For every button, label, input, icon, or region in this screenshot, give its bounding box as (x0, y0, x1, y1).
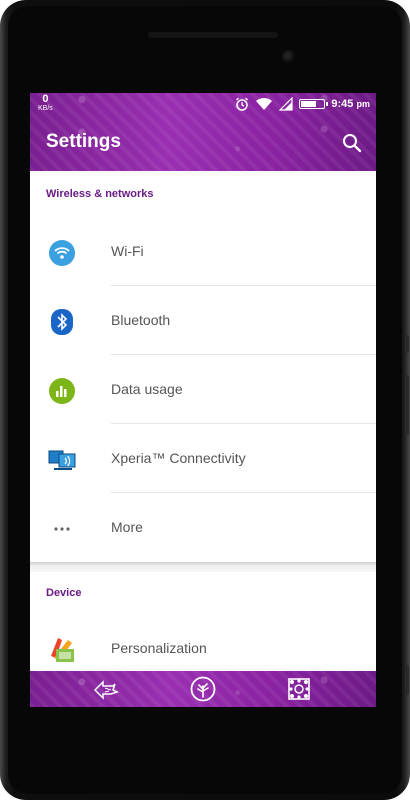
clock: 9:45 pm (331, 98, 370, 110)
page-title: Settings (46, 131, 121, 152)
battery-level (301, 101, 317, 107)
screen: 0 KB/s 9:45 pm Settings Wireless & netwo… (30, 93, 376, 707)
settings-item-label: Xperia™ Connectivity (111, 450, 246, 466)
camera-button (405, 665, 409, 695)
settings-item-wifi[interactable]: Wi-Fi (30, 217, 376, 286)
app-bar: Settings (30, 115, 376, 171)
personalization-icon (51, 638, 74, 662)
alarm-icon (236, 97, 249, 111)
volume-button (405, 375, 409, 435)
section-header-wireless: Wireless & networks (46, 188, 154, 200)
settings-item-xperia-connectivity[interactable]: Xperia™ Connectivity (30, 424, 376, 493)
more-dots-icon (54, 527, 70, 531)
data-usage-icon (49, 378, 75, 404)
clock-time: 9:45 (331, 98, 354, 110)
section-divider (30, 562, 376, 572)
clock-suffix: pm (356, 99, 371, 109)
home-tree-icon (190, 676, 216, 702)
settings-item-data-usage[interactable]: Data usage (30, 355, 376, 424)
earpiece-speaker (148, 32, 278, 38)
recents-flower-icon (288, 678, 310, 700)
settings-item-label: More (111, 519, 143, 535)
wifi-signal-icon (256, 97, 273, 110)
recents-button[interactable] (286, 676, 312, 702)
status-bar: 0 KB/s 9:45 pm (30, 93, 376, 115)
settings-list: Wireless & networks Wi-Fi Bluetooth Data… (30, 171, 376, 671)
power-button (405, 335, 409, 353)
back-button[interactable] (93, 676, 119, 702)
bluetooth-icon (51, 309, 73, 335)
settings-item-label: Data usage (111, 381, 183, 397)
network-speed-unit: KB/s (38, 105, 53, 112)
cell-signal-icon (279, 97, 294, 111)
home-button[interactable] (190, 676, 216, 702)
wifi-icon (49, 240, 75, 266)
back-tree-icon (93, 680, 119, 700)
search-button[interactable] (340, 131, 364, 155)
section-header-device: Device (46, 587, 82, 599)
network-speed: 0 KB/s (38, 94, 53, 113)
navigation-bar (30, 671, 376, 707)
settings-item-label: Bluetooth (111, 312, 171, 328)
status-icons: 9:45 pm (235, 97, 370, 111)
battery-icon (299, 99, 329, 109)
settings-item-bluetooth[interactable]: Bluetooth (30, 286, 376, 355)
settings-item-label: Personalization (111, 640, 207, 656)
xperia-connectivity-icon (48, 450, 76, 470)
search-icon (343, 134, 362, 153)
front-camera (282, 50, 296, 64)
settings-item-more[interactable]: More (30, 493, 376, 562)
settings-item-label: Wi-Fi (111, 243, 144, 259)
